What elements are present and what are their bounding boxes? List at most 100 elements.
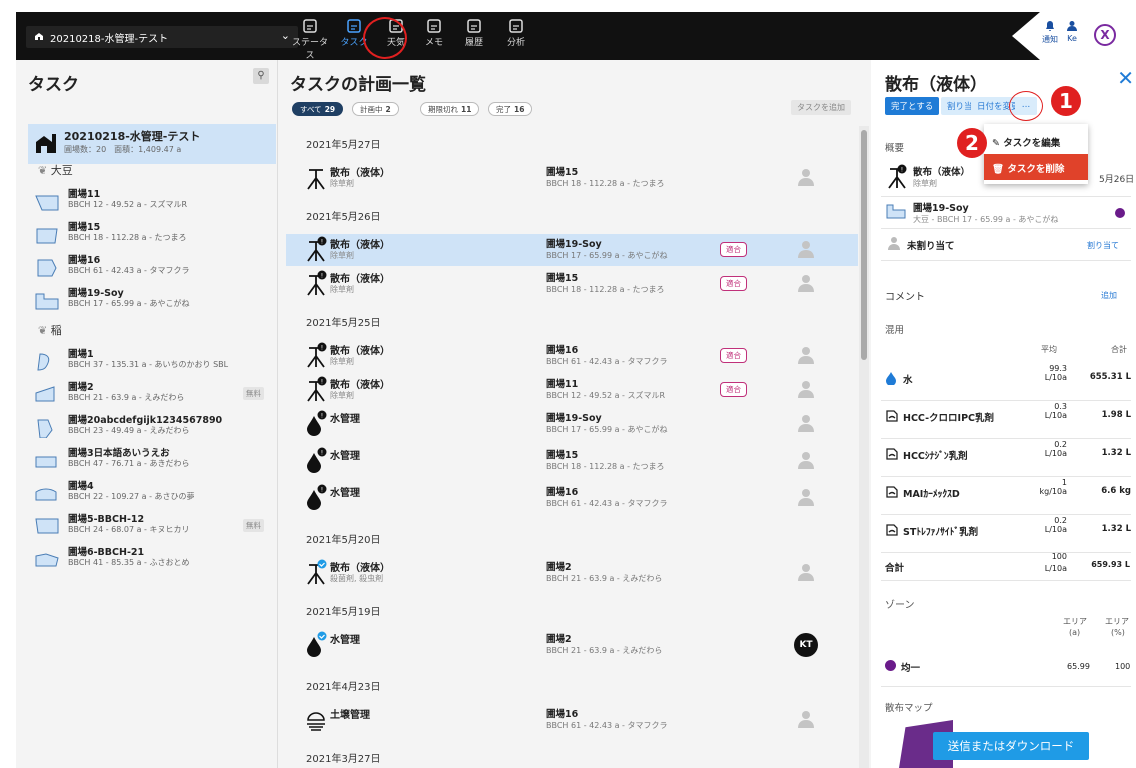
field-item[interactable]: 圃場16 BBCH 61 - 42.43 a - タマフクラ [30,252,274,282]
unassigned-person-icon[interactable] [798,563,814,585]
task-list: 2021年5月27日散布（液体） 除草剤 圃場15 BBCH 18 - 112.28 … [280,126,858,768]
crop-icon: ❦ [38,324,51,337]
task-category: 除草剤 [330,251,354,260]
menu-item-edit-task[interactable]: ✎ タスクを編集 [984,128,1088,154]
task-field-details: BBCH 12 - 49.52 a - スズマルR [546,391,666,400]
unassigned-person-icon[interactable] [798,451,814,473]
field-item[interactable]: 圃場11 BBCH 12 - 49.52 a - スズマルR [30,186,274,216]
overview-label: 概要 [885,143,905,154]
farm-summary-card[interactable]: 20210218-水管理-テスト 圃場数：20 面積：1,409.47 a [28,124,276,164]
notifications-button[interactable]: 通知 [1042,20,1058,45]
nav-person-pin[interactable]: ステータス [290,18,330,61]
field-item[interactable]: 圃場15 BBCH 18 - 112.28 a - たつまろ [30,219,274,249]
field-item[interactable]: 圃場6-BBCH-21 BBCH 41 - 85.35 a - ふさおとめ [30,544,274,574]
sprayer-icon: ! [888,164,907,189]
task-row[interactable]: ! 散布（液体） 除草剤 圃場16 BBCH 61 - 42.43 a - タマフクラ 適… [286,340,858,372]
task-type-icon [304,164,328,194]
mix-product-rate: 0.3 L/10a [1031,402,1067,420]
task-row[interactable]: ! 水管理 圃場19-Soy BBCH 17 - 65.99 a - あやこがね [286,408,858,440]
date-header: 2021年5月20日 [306,535,381,546]
task-category: 除草剤 [330,391,354,400]
task-row[interactable]: 散布（液体） 除草剤 圃場15 BBCH 18 - 112.28 a - たつまろ [286,162,858,194]
task-name: 散布（液体） [330,380,390,391]
unassigned-person-icon[interactable] [798,168,814,190]
task-field-name: 圃場15 [546,167,579,178]
task-row[interactable]: 土壌管理 圃場16 BBCH 61 - 42.43 a - タマフクラ [286,704,858,736]
task-type-icon [304,706,328,736]
zone-area: 65.99 [1067,662,1090,671]
task-detail-title: 散布（液体） [885,75,987,95]
filter-3[interactable]: 期限切れ 11 [420,102,480,116]
unassigned-person-icon[interactable] [798,240,814,262]
sprayer-icon [307,559,327,585]
nav-memo[interactable]: メモ [414,18,454,48]
unassigned-person-icon[interactable] [798,274,814,296]
farm-stats: 圃場数：20 面積：1,409.47 a [64,145,182,154]
field-item[interactable]: 圃場4 BBCH 22 - 109.27 a - あさひの夢 [30,478,274,508]
assignee-avatar[interactable]: KT [794,633,818,657]
field-item[interactable]: 圃場20abcdefgijk1234567890 BBCH 23 - 49.49 … [30,412,274,442]
menu-item-delete-task[interactable]: 🗑 タスクを削除 [984,154,1088,180]
mix-row: MAIｶｰﾒｯｸｽD 1 kg/10a 6.6 kg [881,476,1131,514]
user-initials: Ke [1067,34,1077,43]
assign-link[interactable]: 割り当て [1087,240,1119,251]
field-shape-icon [886,204,906,219]
task-row[interactable]: 水管理 圃場2 BBCH 21 - 63.9 a - えみだわら KT [286,629,858,661]
task-row[interactable]: ! 散布（液体） 除草剤 圃場11 BBCH 12 - 49.52 a - スズマルR 適… [286,374,858,406]
add-comment-link[interactable]: 追加 [1101,290,1117,301]
filter-1[interactable]: すべて 29 [292,102,344,116]
scrollbar-thumb[interactable] [861,130,867,360]
task-row[interactable]: ! 散布（液体） 除草剤 圃場19-Soy BBCH 17 - 65.99 a - あや… [286,234,858,266]
field-name: 圃場19-Soy [68,288,124,299]
mix-rate-unit: L/10a [1044,525,1067,534]
task-row[interactable]: ! 水管理 圃場16 BBCH 61 - 42.43 a - タマフクラ [286,482,858,514]
account-circle-icon[interactable]: X [1094,24,1116,46]
farm-selector-label: 20210218-水管理-テスト [50,33,169,45]
field-details: BBCH 12 - 49.52 a - スズマルR [68,200,188,209]
farm-selector[interactable]: 20210218-水管理-テスト ⌄ [26,26,298,48]
task-row[interactable]: ! 水管理 圃場15 BBCH 18 - 112.28 a - たつまろ [286,445,858,477]
field-details: BBCH 24 - 68.07 a - キヌヒカリ [68,525,190,534]
unassigned-person-icon[interactable] [798,380,814,402]
task-row[interactable]: ! 散布（液体） 除草剤 圃場15 BBCH 18 - 112.28 a - たつまろ 適… [286,268,858,300]
nav-history[interactable]: 履歴 [454,18,494,48]
svg-text:!: ! [321,487,323,494]
send-or-download-button[interactable]: 送信またはダウンロード [933,732,1089,760]
field-details: BBCH 37 - 135.31 a - あいちのかおり SBL [68,360,229,369]
filter-4[interactable]: 完了 16 [488,102,533,116]
search-button[interactable]: ⚲ [253,68,269,84]
field-item[interactable]: 圃場3日本語あいうえお BBCH 47 - 76.71 a - あきだわら [30,445,274,475]
close-icon[interactable]: ✕ [1117,66,1134,90]
task-name: 水管理 [330,635,360,646]
crop-1[interactable]: ❦ 大豆 [38,162,73,178]
field-item[interactable]: 圃場1 BBCH 37 - 135.31 a - あいちのかおり SBL [30,346,274,376]
overview-task-name: 散布（液体） [913,167,971,178]
field-shape-icon [35,293,59,310]
user-menu[interactable]: Ke [1066,20,1078,43]
unassigned-person-icon[interactable] [798,414,814,436]
unassigned-person-icon[interactable] [798,488,814,510]
crop-2[interactable]: ❦ 稲 [38,322,62,338]
task-type-icon [304,631,328,661]
field-details: BBCH 23 - 49.49 a - えみだわら [68,426,190,435]
field-item[interactable]: 圃場2 BBCH 21 - 63.9 a - えみだわら 無料 [30,379,274,409]
complete-button[interactable]: 完了とする [885,97,940,115]
task-type-icon: ! [304,270,328,300]
mix-rate-unit: L/10a [1044,373,1067,382]
date-header: 2021年5月27日 [306,140,381,151]
task-field-details: BBCH 61 - 42.43 a - タマフクラ [546,721,668,730]
task-plan-title: タスクの計画一覧 [290,75,426,95]
unassigned-person-icon[interactable] [798,710,814,732]
svg-text:!: ! [321,239,323,246]
unassigned-person-icon[interactable] [798,346,814,368]
crop-icon: ❦ [38,164,51,177]
field-name: 圃場1 [68,349,94,360]
nav-analysis[interactable]: 分析 [496,18,536,48]
task-row[interactable]: 散布（液体） 殺菌剤, 殺虫剤 圃場2 BBCH 21 - 63.9 a - えみだわ… [286,557,858,589]
task-field-details: BBCH 21 - 63.9 a - えみだわら [546,646,663,655]
task-field-name: 圃場16 [546,709,579,720]
field-item[interactable]: 圃場19-Soy BBCH 17 - 65.99 a - あやこがね [30,285,274,315]
field-item[interactable]: 圃場5-BBCH-12 BBCH 24 - 68.07 a - キヌヒカリ 無料 [30,511,274,541]
add-task-button[interactable]: タスクを追加 [791,100,851,115]
filter-2[interactable]: 計画中 2 [352,102,399,116]
